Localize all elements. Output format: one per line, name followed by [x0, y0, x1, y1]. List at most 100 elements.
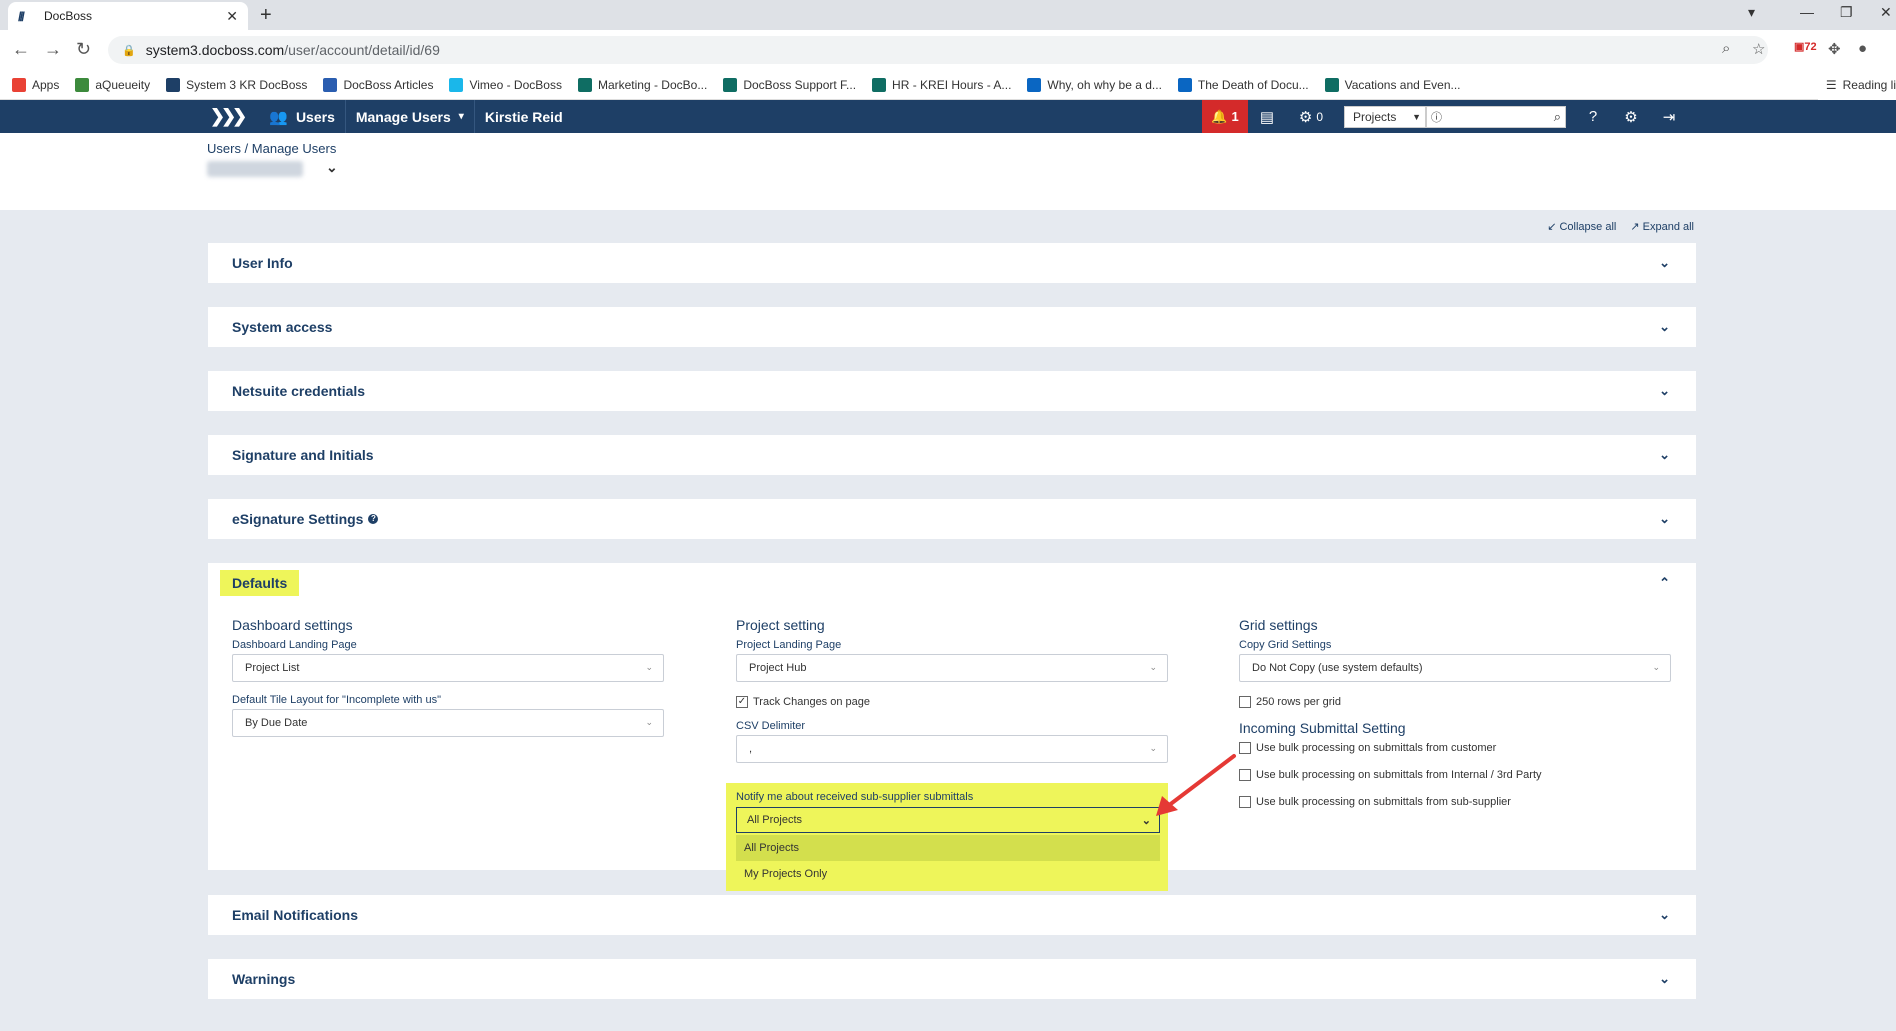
- dropdown-option-my-projects[interactable]: My Projects Only: [736, 861, 1160, 887]
- minimize-icon[interactable]: —: [1800, 4, 1814, 20]
- dashboard-landing-select[interactable]: Project List ⌄: [232, 654, 664, 682]
- logout-button[interactable]: ⇥: [1650, 100, 1688, 133]
- rows-per-grid-checkbox[interactable]: 250 rows per grid: [1239, 696, 1671, 708]
- checkbox-unchecked[interactable]: [1239, 796, 1251, 808]
- grid-settings: Grid settings Copy Grid Settings Do Not …: [1239, 617, 1671, 808]
- bookmark-item[interactable]: HR - KREI Hours - A...: [872, 77, 1012, 92]
- panel-system-access: System access ⌄: [208, 307, 1696, 347]
- forward-icon[interactable]: →: [44, 39, 62, 60]
- address-bar[interactable]: 🔒 system3.docboss.com/user/account/detai…: [108, 36, 1768, 64]
- tile-layout-select[interactable]: By Due Date ⌄: [232, 709, 664, 737]
- reload-icon[interactable]: ↻: [76, 39, 91, 60]
- panel-warnings: Warnings ⌄: [208, 959, 1696, 999]
- panel-title: Netsuite credentials: [232, 383, 366, 399]
- close-tab-icon[interactable]: ✕: [226, 8, 238, 25]
- search-scope-select[interactable]: Projects ▼: [1344, 105, 1426, 128]
- jobs-button[interactable]: ⚙ 0: [1286, 100, 1336, 133]
- bookmark-favicon-icon: [577, 77, 592, 92]
- collapse-all-link[interactable]: ↙ Collapse all: [1547, 220, 1616, 233]
- project-landing-select[interactable]: Project Hub ⌄: [736, 654, 1168, 682]
- bookmark-item[interactable]: Vacations and Even...: [1324, 77, 1461, 92]
- checkbox-unchecked[interactable]: [1239, 742, 1251, 754]
- chevron-down-icon[interactable]: ⌄: [1659, 971, 1670, 987]
- chevron-down-icon[interactable]: ⌄: [1659, 447, 1670, 463]
- panel-header[interactable]: User Info ⌄: [208, 243, 1696, 283]
- notify-select[interactable]: All Projects ⌄: [736, 807, 1160, 833]
- profile-avatar-icon[interactable]: ●: [1858, 40, 1867, 57]
- checkbox-label: 250 rows per grid: [1256, 696, 1341, 708]
- search-scope-value: Projects: [1353, 109, 1397, 124]
- header-crumb-user[interactable]: Kirstie Reid: [475, 100, 573, 133]
- bookmark-label: Why, oh why be a d...: [1047, 77, 1162, 92]
- panel-header[interactable]: Netsuite credentials ⌄: [208, 371, 1696, 411]
- checkbox-label: Use bulk processing on submittals from I…: [1256, 769, 1542, 781]
- zoom-icon[interactable]: ⌕: [1722, 40, 1730, 57]
- close-window-icon[interactable]: ✕: [1880, 4, 1892, 21]
- panel-header[interactable]: Defaults ⌃: [208, 563, 1696, 603]
- panel-header[interactable]: Signature and Initials ⌄: [208, 435, 1696, 475]
- track-changes-checkbox[interactable]: ✓ Track Changes on page: [736, 696, 1168, 708]
- bookmark-item[interactable]: aQueueity: [75, 77, 150, 92]
- bookmark-item[interactable]: DocBoss Support F...: [723, 77, 856, 92]
- tab-title: DocBoss: [44, 9, 93, 23]
- checkbox-checked[interactable]: ✓: [736, 696, 748, 708]
- tasks-icon: ▤: [1259, 108, 1275, 126]
- bulk-customer-checkbox[interactable]: Use bulk processing on submittals from c…: [1239, 742, 1671, 754]
- app-header: ❯❯❯ 👥 Users Manage Users ▾ Kirstie Reid …: [0, 100, 1896, 133]
- chevron-down-icon[interactable]: ⌄: [1659, 907, 1670, 923]
- new-tab-icon[interactable]: +: [260, 4, 272, 27]
- bookmark-item[interactable]: Marketing - DocBo...: [577, 77, 707, 92]
- chevron-down-icon[interactable]: ⌄: [1659, 255, 1670, 271]
- bookmark-star-icon[interactable]: ☆: [1752, 40, 1765, 58]
- bookmark-item[interactable]: The Death of Docu...: [1177, 77, 1309, 92]
- panel-header[interactable]: eSignature Settings ? ⌄: [208, 499, 1696, 539]
- panel-header[interactable]: System access ⌄: [208, 307, 1696, 347]
- tab-search-icon[interactable]: ▾: [1748, 4, 1755, 21]
- bookmark-label: Vacations and Even...: [1344, 77, 1461, 92]
- docboss-logo-icon[interactable]: ❯❯❯: [210, 106, 259, 127]
- chevron-down-icon[interactable]: ⌄: [1659, 511, 1670, 527]
- chevron-down-icon[interactable]: ⌄: [1659, 319, 1670, 335]
- bookmark-item[interactable]: Why, oh why be a d...: [1027, 77, 1162, 92]
- header-crumb-manage-users[interactable]: Manage Users ▾: [346, 100, 475, 133]
- breadcrumb[interactable]: Users / Manage Users: [207, 141, 336, 156]
- bulk-internal-checkbox[interactable]: Use bulk processing on submittals from I…: [1239, 769, 1671, 781]
- browser-tab[interactable]: /// DocBoss ✕: [8, 2, 248, 30]
- tasks-button[interactable]: ▤: [1248, 100, 1286, 133]
- help-button[interactable]: ?: [1574, 100, 1612, 133]
- extension-badge-icon[interactable]: ▣72: [1794, 40, 1817, 53]
- back-icon[interactable]: ←: [12, 39, 30, 60]
- settings-button[interactable]: ⚙: [1612, 100, 1650, 133]
- panel-user-info: User Info ⌄: [208, 243, 1696, 283]
- reading-list[interactable]: ☰ Reading li: [1817, 70, 1896, 100]
- checkbox-unchecked[interactable]: [1239, 769, 1251, 781]
- header-crumb-users[interactable]: 👥 Users: [259, 100, 346, 133]
- bookmark-label: HR - KREI Hours - A...: [892, 77, 1012, 92]
- panel-signature: Signature and Initials ⌄: [208, 435, 1696, 475]
- chevron-down-icon[interactable]: ⌄: [1659, 383, 1670, 399]
- bookmark-label: The Death of Docu...: [1197, 77, 1309, 92]
- search-icon[interactable]: ⌕: [1554, 109, 1561, 125]
- dropdown-option-all-projects[interactable]: All Projects: [736, 835, 1160, 861]
- notifications-button[interactable]: 🔔 1: [1202, 100, 1248, 133]
- bulk-subsupplier-checkbox[interactable]: Use bulk processing on submittals from s…: [1239, 796, 1671, 808]
- apps-grid-icon: [12, 77, 26, 92]
- bookmark-item[interactable]: Apps: [12, 77, 59, 92]
- bookmark-item[interactable]: Vimeo - DocBoss: [449, 77, 562, 92]
- csv-delimiter-select[interactable]: , ⌄: [736, 735, 1168, 763]
- help-question-icon[interactable]: ?: [368, 514, 379, 524]
- chevron-up-icon[interactable]: ⌃: [1659, 575, 1670, 591]
- panel-header[interactable]: Warnings ⌄: [208, 959, 1696, 999]
- panel-header[interactable]: Email Notifications ⌄: [208, 895, 1696, 935]
- expand-all-link[interactable]: ↗ Expand all: [1630, 220, 1694, 233]
- user-switch-chevron-icon[interactable]: ⌄: [326, 159, 338, 176]
- page-top: Users / Manage Users ⌄: [0, 133, 1896, 210]
- bookmark-item[interactable]: DocBoss Articles: [323, 77, 433, 92]
- restore-icon[interactable]: ❐: [1840, 4, 1853, 21]
- bookmark-item[interactable]: System 3 KR DocBoss: [166, 77, 307, 92]
- header-search-input[interactable]: ⓘ ⌕: [1426, 105, 1566, 128]
- panel-title: Signature and Initials: [232, 447, 374, 463]
- copy-grid-select[interactable]: Do Not Copy (use system defaults) ⌄: [1239, 654, 1671, 682]
- checkbox-unchecked[interactable]: [1239, 696, 1251, 708]
- extensions-puzzle-icon[interactable]: ✥: [1828, 40, 1841, 58]
